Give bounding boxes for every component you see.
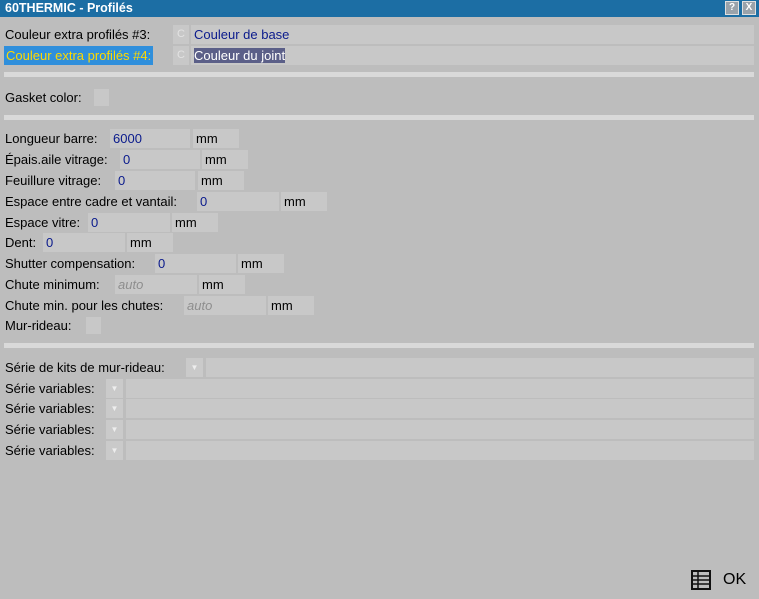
chute-min-chutes-placeholder: auto <box>187 298 213 313</box>
espace-vitre-value: 0 <box>91 215 99 230</box>
dent-value: 0 <box>46 235 54 250</box>
shutter-input[interactable]: 0 <box>155 254 236 273</box>
separator-2 <box>4 115 754 120</box>
longueur-unit-text: mm <box>196 131 218 146</box>
serie-variables-dropdown-1[interactable]: ▼ <box>106 379 123 398</box>
chute-min-chutes-unit: mm <box>268 296 314 315</box>
close-button[interactable]: X <box>742 1 756 15</box>
feuillure-label: Feuillure vitrage: <box>5 173 102 188</box>
shutter-label: Shutter compensation: <box>5 256 136 271</box>
window-title: 60THERMIC - Profilés <box>5 1 133 15</box>
chute-min-chutes-unit-text: mm <box>271 298 293 313</box>
serie-variables-field-4[interactable] <box>126 441 754 460</box>
ok-button[interactable]: OK <box>723 569 746 591</box>
dent-label: Dent: <box>5 235 37 250</box>
epais-value: 0 <box>123 152 131 167</box>
help-button[interactable]: ? <box>725 1 739 15</box>
espace-cadre-unit: mm <box>281 192 327 211</box>
dent-unit-text: mm <box>130 235 152 250</box>
shutter-value: 0 <box>158 256 166 271</box>
longueur-input[interactable]: 6000 <box>110 129 190 148</box>
title-bar: 60THERMIC - Profilés ? X <box>0 0 759 17</box>
shutter-unit: mm <box>238 254 284 273</box>
espace-vitre-label: Espace vitre: <box>5 215 81 230</box>
chute-min-chutes-label: Chute min. pour les chutes: <box>5 298 164 313</box>
color-3-label: Couleur extra profilés #3: <box>5 27 151 42</box>
longueur-value: 6000 <box>113 131 142 146</box>
espace-cadre-label: Espace entre cadre et vantail: <box>5 194 177 209</box>
epais-input[interactable]: 0 <box>120 150 200 169</box>
serie-variables-dropdown-3[interactable]: ▼ <box>106 420 123 439</box>
epais-unit-text: mm <box>205 152 227 167</box>
color-4-field[interactable]: Couleur du joint <box>191 46 754 65</box>
mur-rideau-checkbox[interactable] <box>86 317 101 334</box>
color-row-3: Couleur extra profilés #3: C Couleur de … <box>0 25 759 44</box>
longueur-label: Longueur barre: <box>5 131 98 146</box>
table-icon[interactable] <box>690 570 712 590</box>
color-4-label: Couleur extra profilés #4: <box>4 46 154 65</box>
chute-min-placeholder: auto <box>118 277 144 292</box>
serie-variables-label-4: Série variables: <box>5 443 95 458</box>
dent-input[interactable]: 0 <box>43 233 125 252</box>
espace-vitre-unit: mm <box>172 213 218 232</box>
espace-cadre-unit-text: mm <box>284 194 306 209</box>
mur-rideau-label: Mur-rideau: <box>5 318 72 333</box>
feuillure-unit-text: mm <box>201 173 223 188</box>
serie-variables-label-1: Série variables: <box>5 381 95 396</box>
serie-variables-dropdown-2[interactable]: ▼ <box>106 399 123 418</box>
chute-min-chutes-input[interactable]: auto <box>184 296 266 315</box>
serie-variables-label-3: Série variables: <box>5 422 95 437</box>
color-3-value: Couleur de base <box>194 27 290 42</box>
gasket-color-swatch[interactable] <box>94 89 109 106</box>
serie-variables-field-3[interactable] <box>126 420 754 439</box>
color-3-picker-button[interactable]: C <box>173 25 189 44</box>
shutter-unit-text: mm <box>241 256 263 271</box>
color-row-4: Couleur extra profilés #4: C Couleur du … <box>0 46 759 65</box>
dent-unit: mm <box>127 233 173 252</box>
color-3-field[interactable]: Couleur de base <box>191 25 754 44</box>
espace-cadre-value: 0 <box>200 194 208 209</box>
chute-min-input[interactable]: auto <box>115 275 197 294</box>
chute-min-label: Chute minimum: <box>5 277 100 292</box>
espace-cadre-input[interactable]: 0 <box>197 192 279 211</box>
serie-variables-field-1[interactable] <box>126 379 754 398</box>
chute-min-unit-text: mm <box>202 277 224 292</box>
serie-variables-dropdown-4[interactable]: ▼ <box>106 441 123 460</box>
epais-label: Épais.aile vitrage: <box>5 152 108 167</box>
epais-unit: mm <box>202 150 248 169</box>
longueur-unit: mm <box>193 129 239 148</box>
feuillure-value: 0 <box>118 173 126 188</box>
serie-variables-field-2[interactable] <box>126 399 754 418</box>
kits-label: Série de kits de mur-rideau: <box>5 360 165 375</box>
color-4-picker-button[interactable]: C <box>173 46 189 65</box>
separator-3 <box>4 343 754 348</box>
feuillure-unit: mm <box>198 171 244 190</box>
kits-field[interactable] <box>206 358 754 377</box>
gasket-color-label: Gasket color: <box>5 90 82 105</box>
feuillure-input[interactable]: 0 <box>115 171 195 190</box>
espace-vitre-unit-text: mm <box>175 215 197 230</box>
chute-min-unit: mm <box>199 275 245 294</box>
separator-1 <box>4 72 754 77</box>
color-4-value: Couleur du joint <box>194 48 286 63</box>
serie-variables-label-2: Série variables: <box>5 401 95 416</box>
kits-dropdown-button[interactable]: ▼ <box>186 358 203 377</box>
espace-vitre-input[interactable]: 0 <box>88 213 170 232</box>
